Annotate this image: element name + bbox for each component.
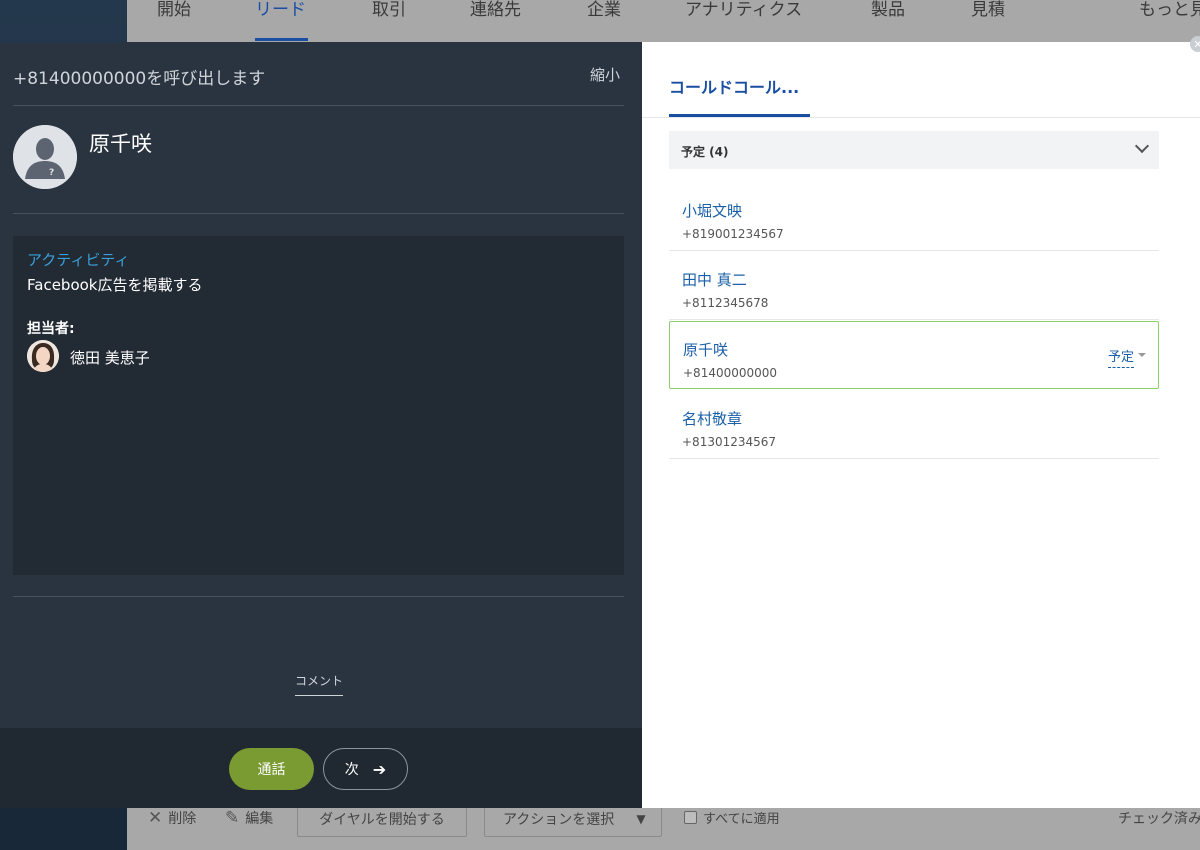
tab-comment[interactable]: コメント (295, 672, 344, 696)
queue-item[interactable]: 田中 真二 +8112345678 (669, 252, 1159, 320)
nav-item-more[interactable]: もっと見 (1139, 0, 1200, 40)
queue-item-name[interactable]: 田中 真二 (682, 269, 747, 290)
delete-label: 削除 (168, 811, 197, 827)
queue-item[interactable]: 名村敬章 +81301234567 (669, 391, 1159, 459)
queue-item-name[interactable]: 原千咲 (683, 339, 728, 360)
tab-cold-call[interactable]: コールドコール... (669, 74, 799, 98)
call-queue-panel: コールドコール... 予定 (4) 小堀文映 +819001234567 田中 … (642, 42, 1200, 808)
nav-active-indicator (255, 38, 308, 41)
queue-item-phone: +81301234567 (682, 435, 777, 449)
checkbox[interactable] (684, 811, 697, 824)
nav-item-quotes[interactable]: 見積 (971, 0, 1005, 40)
dialer-footer: 通話 次 ➔ (0, 728, 642, 808)
queue-item-phone: +8112345678 (682, 296, 769, 310)
call-button[interactable]: 通話 (229, 748, 314, 790)
arrow-right-icon: ➔ (372, 759, 387, 779)
next-button[interactable]: 次 ➔ (323, 748, 408, 790)
queue-item-phone: +819001234567 (682, 227, 784, 241)
scheduled-group-header[interactable]: 予定 (4) (669, 131, 1159, 169)
activity-card: アクティビティ Facebook広告を掲載する 担当者: 徳田 美恵子 (13, 236, 624, 575)
user-placeholder-icon: ? (13, 125, 77, 189)
action-select-label: アクションを選択 (503, 811, 615, 828)
dialer-panel: +81400000000を呼び出します 縮小 ? 原千咲 アクティビティ Fac… (0, 42, 642, 808)
group-label: 予定 (4) (681, 145, 729, 159)
activity-text: Facebook広告を掲載する (27, 276, 203, 294)
close-icon[interactable]: ✕ (1190, 36, 1200, 52)
activity-label[interactable]: アクティビティ (27, 249, 129, 270)
chevron-down-icon (1134, 138, 1150, 154)
person-photo-icon (27, 340, 59, 372)
nav-item-deals[interactable]: 取引 (372, 0, 406, 40)
nav-item-leads[interactable]: リード (255, 0, 306, 40)
queue-item-name[interactable]: 名村敬章 (682, 408, 742, 429)
checked-count: チェック済み: (1118, 811, 1200, 827)
contact-name: 原千咲 (89, 132, 152, 156)
delete-action[interactable]: ✕ 削除 (148, 808, 196, 828)
caret-down-icon (1138, 353, 1146, 357)
queue-item-selected[interactable]: 原千咲 +81400000000 予定 (669, 321, 1159, 389)
apply-all-label: すべてに適用 (703, 812, 780, 827)
queue-tabbar: コールドコール... (642, 42, 1200, 118)
edit-label: 編集 (245, 811, 274, 827)
contact-header: ? 原千咲 (13, 106, 624, 214)
nav-item-products[interactable]: 製品 (871, 0, 905, 40)
queue-item-name[interactable]: 小堀文映 (682, 200, 742, 221)
avatar: ? (13, 125, 77, 189)
chevron-down-icon: ▼ (636, 811, 646, 826)
shrink-button[interactable]: 縮小 (590, 64, 620, 85)
owner-name: 徳田 美恵子 (70, 349, 150, 367)
dialer-header: +81400000000を呼び出します 縮小 (13, 42, 624, 106)
edit-action[interactable]: ✎ 編集 (225, 808, 273, 828)
calling-status: +81400000000を呼び出します (13, 69, 266, 89)
nav-item-home[interactable]: 開始 (157, 0, 191, 40)
pencil-icon: ✎ (225, 808, 240, 828)
apply-all-checkbox[interactable]: すべてに適用 (684, 808, 780, 827)
next-label: 次 (344, 762, 359, 778)
owner-label: 担当者: (27, 321, 75, 337)
top-navigation: 開始 リード 取引 連絡先 企業 アナリティクス 製品 見積 もっと見 (127, 0, 1200, 42)
divider (13, 596, 624, 597)
nav-item-analytics[interactable]: アナリティクス (685, 0, 802, 40)
tab-active-indicator (669, 114, 810, 117)
nav-item-companies[interactable]: 企業 (587, 0, 621, 40)
owner-avatar (27, 340, 59, 372)
queue-item-phone: +81400000000 (683, 366, 778, 380)
status-dropdown[interactable]: 予定 (1107, 346, 1134, 368)
svg-text:?: ? (49, 168, 54, 178)
queue-item[interactable]: 小堀文映 +819001234567 (669, 183, 1159, 251)
close-icon: ✕ (148, 808, 163, 828)
nav-item-contacts[interactable]: 連絡先 (470, 0, 521, 40)
